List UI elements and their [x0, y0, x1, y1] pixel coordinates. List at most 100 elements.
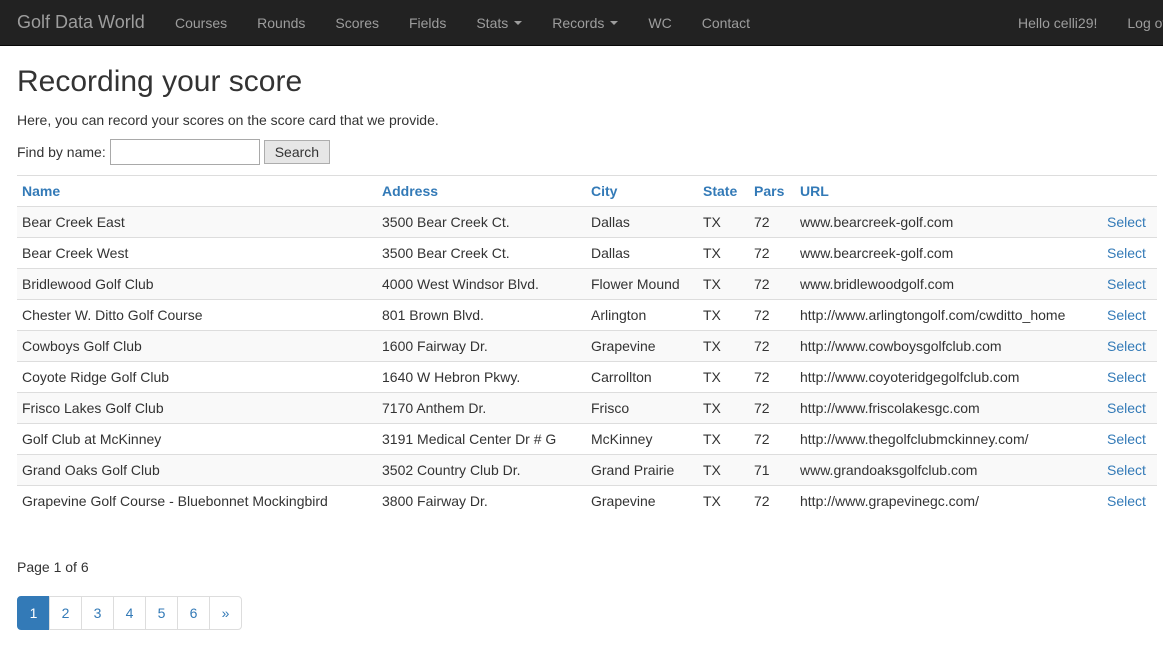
table-row: Bear Creek West 3500 Bear Creek Ct. Dallas… — [17, 237, 1157, 269]
search-input[interactable] — [109, 139, 260, 165]
search-form: Find by name: Search — [17, 139, 331, 165]
nav-item-fields[interactable]: Fields — [394, 0, 461, 46]
select-link[interactable]: Select — [1107, 338, 1146, 354]
cell-state: TX — [698, 206, 749, 238]
nav-item-label: Fields — [408, 15, 447, 31]
page-link-4[interactable]: 4 — [113, 596, 146, 630]
header-url[interactable]: URL — [795, 175, 1102, 207]
table-row: Bridlewood Golf Club 4000 West Windsor Bl… — [17, 268, 1157, 300]
cell-city: Dallas — [586, 237, 698, 269]
cell-address: 4000 West Windsor Blvd. — [377, 268, 586, 300]
cell-pars: 72 — [749, 392, 795, 424]
cell-name: Golf Club at McKinney — [17, 423, 377, 455]
page-link-5[interactable]: 5 — [145, 596, 178, 630]
page-link-6[interactable]: 6 — [177, 596, 210, 630]
cell-pars: 72 — [749, 485, 795, 517]
nav-item-label: Stats — [476, 15, 509, 31]
cell-address: 3191 Medical Center Dr # G — [377, 423, 586, 455]
cell-action: Select — [1102, 485, 1157, 517]
cell-action: Select — [1102, 206, 1157, 238]
select-link[interactable]: Select — [1107, 462, 1146, 478]
table-row: Chester W. Ditto Golf Course 801 Brown Bl… — [17, 299, 1157, 331]
page-link-3[interactable]: 3 — [81, 596, 114, 630]
nav-item-label: WC — [648, 15, 672, 31]
cell-address: 3800 Fairway Dr. — [377, 485, 586, 517]
cell-address: 1640 W Hebron Pkwy. — [377, 361, 586, 393]
select-link[interactable]: Select — [1107, 369, 1146, 385]
table-row: Coyote Ridge Golf Club 1640 W Hebron Pkwy… — [17, 361, 1157, 393]
cell-pars: 71 — [749, 454, 795, 486]
logout-link[interactable]: Log off — [1112, 0, 1163, 46]
cell-address: 801 Brown Blvd. — [377, 299, 586, 331]
select-link[interactable]: Select — [1107, 493, 1146, 509]
caret-down-icon — [514, 21, 523, 25]
cell-city: Dallas — [586, 206, 698, 238]
nav-item-scores[interactable]: Scores — [320, 0, 394, 46]
header-pars[interactable]: Pars — [749, 175, 795, 207]
cell-address: 3500 Bear Creek Ct. — [377, 206, 586, 238]
cell-name: Cowboys Golf Club — [17, 330, 377, 362]
pagination: 1 2 3 4 5 6» — [17, 596, 242, 630]
user-nav: Hello celli29! Log off — [1003, 0, 1163, 46]
cell-address: 3500 Bear Creek Ct. — [377, 237, 586, 269]
cell-url: http://www.coyoteridgegolfclub.com — [795, 361, 1102, 393]
nav-item-contact[interactable]: Contact — [687, 0, 765, 46]
cell-url: http://www.grapevinegc.com/ — [795, 485, 1102, 517]
select-link[interactable]: Select — [1107, 214, 1146, 230]
cell-address: 7170 Anthem Dr. — [377, 392, 586, 424]
nav-item-stats[interactable]: Stats — [461, 0, 537, 46]
cell-city: McKinney — [586, 423, 698, 455]
cell-name: Grapevine Golf Course - Bluebonnet Mocki… — [17, 485, 377, 517]
select-link[interactable]: Select — [1107, 276, 1146, 292]
select-link[interactable]: Select — [1107, 307, 1146, 323]
header-city[interactable]: City — [586, 175, 698, 207]
cell-action: Select — [1102, 330, 1157, 362]
nav-item-label: Records — [552, 15, 605, 31]
caret-down-icon — [610, 21, 619, 25]
table-row: Grand Oaks Golf Club 3502 Country Club Dr… — [17, 454, 1157, 486]
cell-state: TX — [698, 330, 749, 362]
brand-link[interactable]: Golf Data World — [17, 12, 145, 32]
header-state[interactable]: State — [698, 175, 749, 207]
header-address[interactable]: Address — [377, 175, 586, 207]
cell-address: 3502 Country Club Dr. — [377, 454, 586, 486]
cell-pars: 72 — [749, 423, 795, 455]
select-link[interactable]: Select — [1107, 431, 1146, 447]
table-row: Bear Creek East 3500 Bear Creek Ct. Dallas… — [17, 206, 1157, 238]
search-button[interactable]: Search — [263, 140, 331, 164]
main-nav: Courses Rounds Scores Fields Stats Records WC C… — [160, 0, 765, 46]
cell-url: http://www.arlingtongolf.com/cwditto_hom… — [795, 299, 1102, 331]
header-actions — [1102, 175, 1157, 207]
cell-action: Select — [1102, 423, 1157, 455]
page-link-2[interactable]: 2 — [49, 596, 82, 630]
next-page-link[interactable]: » — [209, 596, 242, 630]
nav-item-wc[interactable]: WC — [633, 0, 686, 46]
cell-city: Carrollton — [586, 361, 698, 393]
cell-name: Bear Creek West — [17, 237, 377, 269]
cell-action: Select — [1102, 268, 1157, 300]
cell-city: Grapevine — [586, 330, 698, 362]
cell-url: www.bridlewoodgolf.com — [795, 268, 1102, 300]
courses-table: Name Address City State Pars URL Bear Cr… — [17, 175, 1157, 517]
cell-pars: 72 — [749, 268, 795, 300]
cell-city: Flower Mound — [586, 268, 698, 300]
cell-name: Bridlewood Golf Club — [17, 268, 377, 300]
table-row: Cowboys Golf Club 1600 Fairway Dr. Grapevi… — [17, 330, 1157, 362]
select-link[interactable]: Select — [1107, 245, 1146, 261]
nav-item-rounds[interactable]: Rounds — [242, 0, 320, 46]
nav-item-courses[interactable]: Courses — [160, 0, 242, 46]
nav-item-label: Scores — [335, 15, 379, 31]
header-name[interactable]: Name — [17, 175, 377, 207]
nav-item-records[interactable]: Records — [537, 0, 633, 46]
page-title: Recording your score — [17, 65, 303, 98]
cell-url: http://www.friscolakesgc.com — [795, 392, 1102, 424]
cell-name: Chester W. Ditto Golf Course — [17, 299, 377, 331]
greeting-link[interactable]: Hello celli29! — [1003, 0, 1112, 46]
select-link[interactable]: Select — [1107, 400, 1146, 416]
cell-state: TX — [698, 237, 749, 269]
table-row: Grapevine Golf Course - Bluebonnet Mocki… — [17, 485, 1157, 517]
cell-url: www.bearcreek-golf.com — [795, 206, 1102, 238]
page-link-1[interactable]: 1 — [17, 596, 50, 630]
cell-pars: 72 — [749, 330, 795, 362]
cell-state: TX — [698, 423, 749, 455]
